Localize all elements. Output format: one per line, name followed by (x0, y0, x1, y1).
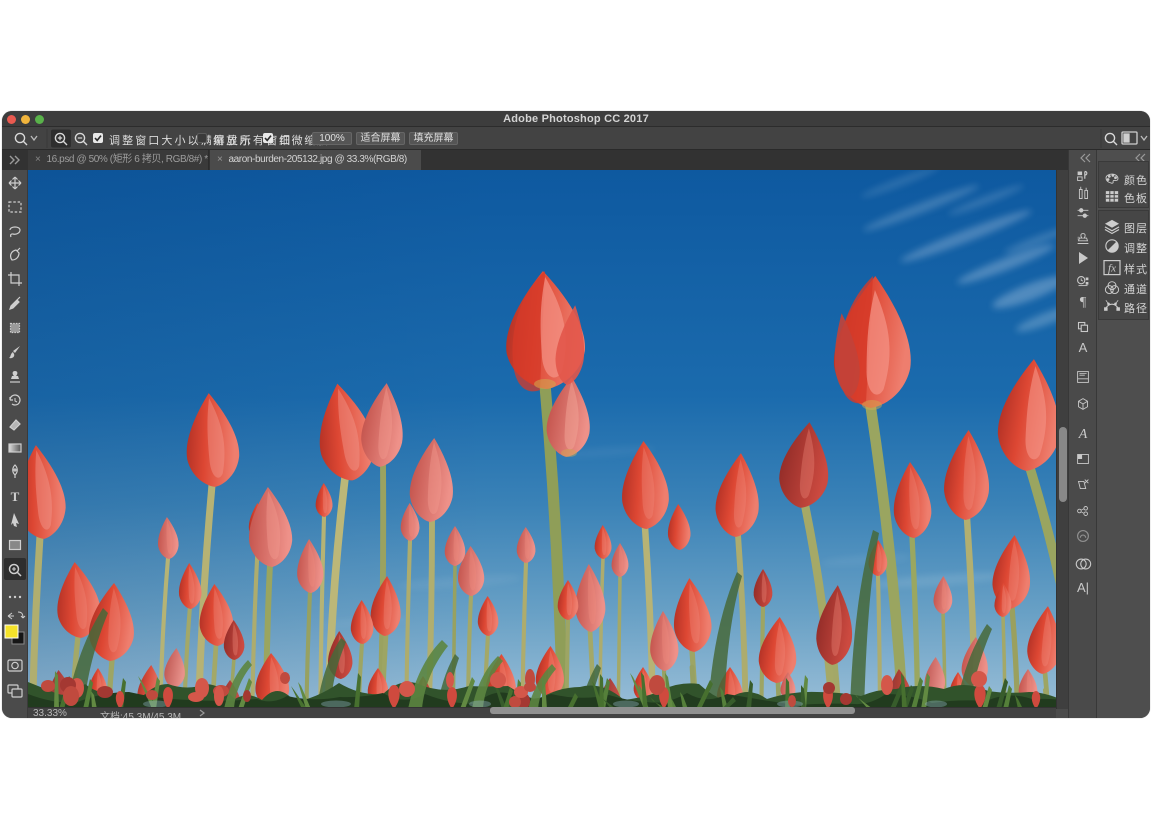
svg-text:fx: fx (1108, 263, 1116, 275)
svg-text:A|: A| (1077, 580, 1089, 595)
svg-text:A: A (1078, 427, 1088, 442)
svg-text:A: A (1079, 340, 1088, 355)
svg-text:T: T (11, 489, 20, 504)
svg-text:¶: ¶ (1080, 295, 1087, 310)
